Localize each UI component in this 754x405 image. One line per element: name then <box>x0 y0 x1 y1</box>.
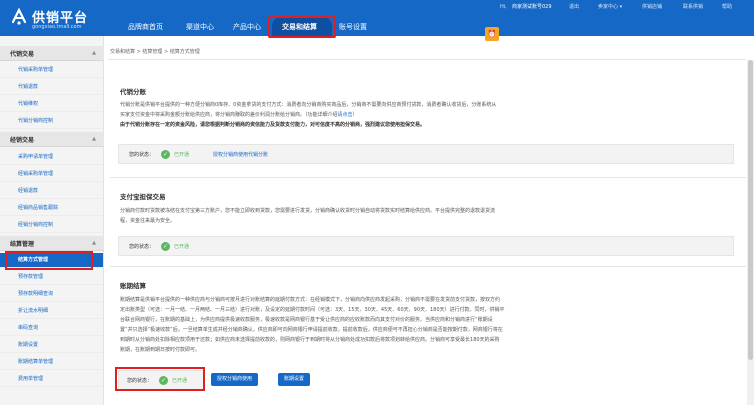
sidebar-item[interactable]: 账期结算单管理 <box>0 355 103 370</box>
scrollbar-thumb[interactable] <box>748 60 753 360</box>
period-settings-button[interactable]: 账期设置 <box>278 373 311 386</box>
sidebar-highlight-box <box>5 251 93 270</box>
desc-line: 定出账类型（可选：一月一结、一月两结、一月三结）进行对账，及设定的延期付款时间（… <box>120 307 505 313</box>
scrollbar[interactable] <box>747 60 754 405</box>
status-label: 您的状态： <box>129 152 155 158</box>
desc-line: 由于代销分账存在一定的资金风险，请您根据判断分销商的资信能力及货款支付能力，对可… <box>120 120 606 130</box>
desc-line: 程，资金往来最为安全。 <box>120 218 176 224</box>
contact-link[interactable]: 联系供销 <box>683 2 703 12</box>
desc-warning: 由于代销分账存在一定的资金风险，请您根据判断分销商的资信能力及货款支付能力，对可… <box>120 122 426 128</box>
section-title-alipay-escrow: 支付宝担保交易 <box>120 193 166 201</box>
sidebar-section-title: 经销交易 <box>10 137 35 144</box>
sidebar-item[interactable]: 费用单管理 <box>0 372 103 387</box>
sidebar-item[interactable]: 串码查询 <box>0 321 103 336</box>
sidebar-item[interactable]: 预存款明细查询 <box>0 287 103 302</box>
desc-line: 账期，在账期到期日按时付款即可。 <box>120 347 201 353</box>
sidebar-section-consign[interactable]: 代销交易 ▲ <box>0 46 104 61</box>
desc-line: 代销分账是供销平台提供的一种方便分销商0库存、0资金拿货的支付方式：消费者向分销… <box>120 102 497 108</box>
check-icon: ✓ <box>161 150 170 159</box>
bell-icon[interactable]: ⏰ <box>485 27 499 41</box>
seller-center-menu[interactable]: 卖家中心 ▾ <box>598 2 622 12</box>
status-box: 您的状态： ✓ 已开通 授权分销商使用代销分账 <box>118 144 734 164</box>
desc-line: 到期时从分销商处扣除相应款项用于还款；如供应商未选择提前收款的，则网商银行于到期… <box>120 337 500 343</box>
sidebar-item[interactable]: 折让流水明细 <box>0 304 103 319</box>
greeting: Hi, <box>500 4 507 10</box>
details-link[interactable]: 请点击 <box>338 112 353 118</box>
section-title-period-settlement: 账期结算 <box>120 282 146 290</box>
sidebar-item[interactable]: 代销分销商控制 <box>0 114 103 129</box>
desc-text: ） <box>352 112 358 118</box>
collapse-icon: ▲ <box>92 136 96 142</box>
status-value: 已开通 <box>174 244 190 250</box>
authorize-distributor-button[interactable]: 授权分销商使用 <box>211 373 259 386</box>
sidebar-item[interactable]: 代销采购单管理 <box>0 63 103 78</box>
desc-line: 买家支付资金中将采购金额分账给供应商，将分销商赚取的差价利润分账给分销商。（功能… <box>120 110 606 120</box>
sidebar-section-settlement[interactable]: 结算管理 ▲ <box>0 236 104 251</box>
logo-domain: gongxiao.tmall.com <box>32 24 82 30</box>
desc-text: 买家支付资金中将采购金额分账给供应商，将分销商赚取的差价利润分账给分销商。（功能… <box>120 112 338 118</box>
desc-line: 账期结算是供销平台提供的一种供应商与分销商可按月进行对账结算的延期付款方式：在经… <box>120 297 501 303</box>
section-desc: 账期结算是供销平台提供的一种供应商与分销商可按月进行对账结算的延期付款方式：在经… <box>120 295 720 355</box>
sidebar-section-title: 代销交易 <box>10 51 35 58</box>
collapse-icon: ▲ <box>92 240 96 246</box>
logo-icon <box>11 8 27 25</box>
nav-brand-home[interactable]: 品牌商首页 <box>128 18 163 36</box>
section-title-consign-split: 代销分账 <box>120 88 146 96</box>
sidebar-section-dealer[interactable]: 经销交易 ▲ <box>0 132 104 147</box>
divider <box>108 59 746 60</box>
status-highlight-box <box>115 367 205 391</box>
sidebar-item[interactable]: 代销退款 <box>0 80 103 95</box>
top-header: 供销平台 gongxiao.tmall.com 品牌商首页 渠道中心 产品中心 … <box>0 0 754 38</box>
sidebar-item[interactable]: 经销分销商控制 <box>0 218 103 233</box>
breadcrumb: 交易和结算 > 结算管理 > 结算方式管理 <box>110 49 200 55</box>
authorize-consign-link[interactable]: 授权分销商使用代销分账 <box>213 151 268 158</box>
help-link[interactable]: 帮助 <box>722 2 732 12</box>
sidebar-item[interactable]: 经销商品销售跟踪 <box>0 201 103 216</box>
desc-line: 分销商付款时货款被冻结在支付宝第三方账户，您不能立即收到货款，您需要进行发货，分… <box>120 208 496 214</box>
collapse-icon: ▲ <box>92 50 96 56</box>
sidebar-item[interactable]: 经销退款 <box>0 184 103 199</box>
desc-line: 台联合网商银行，在账期的基础上，为供应商提供极速收款服务，极速收款是网商银行基于… <box>120 317 493 323</box>
nav-highlight-box <box>268 16 336 38</box>
status-value: 已开通 <box>174 152 190 158</box>
status-box: 您的状态： ✓ 已开通 <box>118 236 734 256</box>
nav-account-settings[interactable]: 账号设置 <box>339 18 367 36</box>
sidebar-item[interactable]: 经销采购单管理 <box>0 167 103 182</box>
sidebar-item[interactable]: 采购申请单管理 <box>0 150 103 165</box>
divider <box>110 177 746 178</box>
nav-channel-center[interactable]: 渠道中心 <box>186 18 214 36</box>
sidebar-item[interactable]: 账期设置 <box>0 338 103 353</box>
section-desc: 分销商付款时货款被冻结在支付宝第三方账户，您不能立即收到货款，您需要进行发货，分… <box>120 206 606 226</box>
divider <box>110 266 746 267</box>
distributor-shop-link[interactable]: 供销店铺 <box>642 2 662 12</box>
logout-link[interactable]: 退出 <box>569 2 579 12</box>
account-name[interactable]: 商家测试账号029 <box>512 2 552 12</box>
desc-line: 置”并只选择“极速收款”后，一旦结算单生成并经分销商确认，供应商即可向网商银行申… <box>120 327 503 333</box>
sidebar-section-title: 结算管理 <box>10 241 35 248</box>
sidebar-item[interactable]: 预存款管理 <box>0 270 103 285</box>
status-label: 您的状态： <box>129 244 155 250</box>
section-desc: 代销分账是供销平台提供的一种方便分销商0库存、0资金拿货的支付方式：消费者向分销… <box>120 100 606 130</box>
sidebar-item[interactable]: 代销维权 <box>0 97 103 112</box>
check-icon: ✓ <box>161 242 170 251</box>
nav-product-center[interactable]: 产品中心 <box>233 18 261 36</box>
